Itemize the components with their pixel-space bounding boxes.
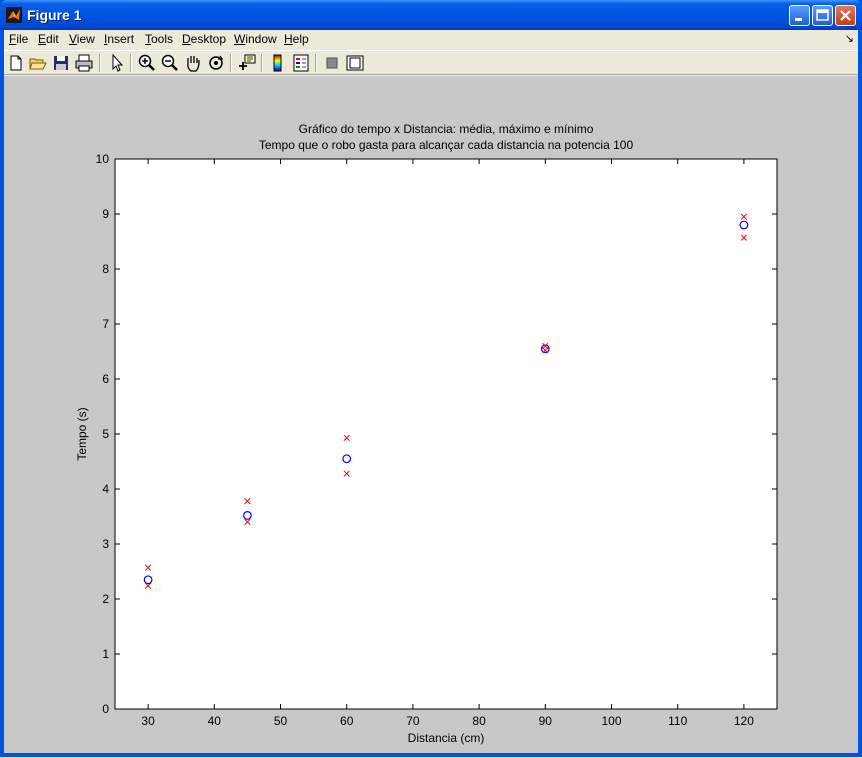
title-bar[interactable]: Figure 1 [0, 0, 862, 30]
rotate-3d-icon[interactable] [206, 53, 226, 73]
toolbar-separator [130, 54, 132, 72]
close-button[interactable] [835, 5, 856, 26]
y-tick-label: 3 [102, 537, 109, 551]
data-cursor-icon[interactable] [237, 53, 257, 73]
y-tick-label: 6 [102, 372, 109, 386]
pan-hand-icon[interactable] [183, 53, 203, 73]
x-tick-label: 80 [472, 714, 486, 728]
y-tick-label: 2 [102, 592, 109, 606]
x-tick-label: 90 [539, 714, 553, 728]
x-tick-label: 70 [406, 714, 420, 728]
window-body: File Edit View Insert Tools Desktop Wind… [4, 30, 858, 753]
toolbar-separator [261, 54, 263, 72]
axes-background[interactable] [115, 159, 777, 709]
menu-edit[interactable]: Edit [38, 32, 59, 46]
minimize-icon [795, 18, 802, 21]
chart-title: Gráfico do tempo x Distancia: média, máx… [299, 122, 594, 136]
y-tick-label: 4 [102, 482, 109, 496]
figure-window: Figure 1 File Edit View Insert Tools Des… [0, 0, 862, 757]
x-axis-label: Distancia (cm) [408, 731, 485, 745]
insert-legend-icon[interactable] [291, 53, 311, 73]
menu-view[interactable]: View [69, 32, 95, 46]
minimize-button[interactable] [789, 5, 810, 26]
x-tick-label: 100 [601, 714, 621, 728]
maximize-button[interactable] [812, 5, 833, 26]
menu-window[interactable]: Window [234, 32, 277, 46]
print-icon[interactable] [74, 53, 94, 73]
menu-desktop[interactable]: Desktop [182, 32, 226, 46]
y-tick-label: 10 [96, 152, 110, 166]
hide-plot-tools-icon[interactable] [322, 53, 342, 73]
matlab-logo-icon [6, 7, 22, 23]
menu-help[interactable]: Help [284, 32, 309, 46]
scatter-chart[interactable]: 30 40 50 60 70 80 90 100 110 120 0 1 2 3 4 5 6 7 8 9 10 Gráf… [4, 76, 858, 753]
toolbar-separator [315, 54, 317, 72]
zoom-out-icon[interactable] [160, 53, 180, 73]
y-tick-label: 9 [102, 207, 109, 221]
open-file-icon[interactable] [28, 53, 48, 73]
x-tick-label: 50 [274, 714, 288, 728]
figure-canvas: 30 40 50 60 70 80 90 100 110 120 0 1 2 3 4 5 6 7 8 9 10 Gráf… [4, 76, 858, 753]
edit-plot-arrow-icon[interactable] [107, 53, 127, 73]
show-plot-tools-icon[interactable] [345, 53, 365, 73]
y-tick-label: 1 [102, 647, 109, 661]
x-tick-label: 40 [208, 714, 222, 728]
toolbar-separator [230, 54, 232, 72]
save-icon[interactable] [51, 53, 71, 73]
dock-arrow-icon[interactable]: ↘ [845, 32, 854, 45]
figure-toolbar [4, 50, 858, 75]
menu-bar: File Edit View Insert Tools Desktop Wind… [4, 30, 858, 49]
menu-tools[interactable]: Tools [145, 32, 173, 46]
x-tick-label: 120 [734, 714, 754, 728]
x-tick-label: 60 [340, 714, 354, 728]
maximize-icon [816, 9, 829, 21]
menu-insert[interactable]: Insert [104, 32, 134, 46]
toolbar-separator [99, 54, 101, 72]
y-tick-label: 8 [102, 262, 109, 276]
insert-colorbar-icon[interactable] [268, 53, 288, 73]
new-file-icon[interactable] [6, 53, 26, 73]
chart-subtitle: Tempo que o robo gasta para alcançar cad… [259, 138, 634, 152]
y-tick-label: 5 [102, 427, 109, 441]
y-axis-label: Tempo (s) [75, 407, 89, 460]
x-tick-label: 110 [668, 714, 687, 728]
close-icon [840, 10, 851, 21]
y-tick-label: 0 [102, 702, 109, 716]
menu-file[interactable]: File [9, 32, 28, 46]
window-title: Figure 1 [27, 7, 82, 23]
y-tick-label: 7 [102, 317, 109, 331]
x-tick-label: 30 [141, 714, 155, 728]
zoom-in-icon[interactable] [137, 53, 157, 73]
